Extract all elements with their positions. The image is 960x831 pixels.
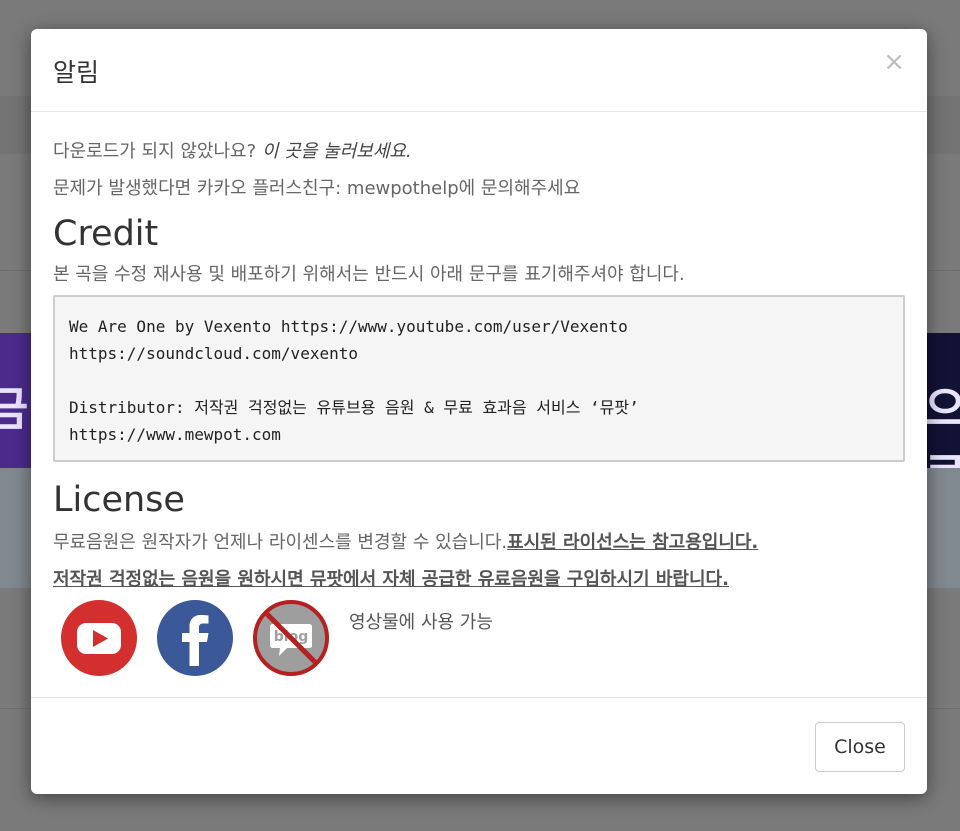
credit-text-box[interactable]: We Are One by Vexento https://www.youtub… [53, 295, 905, 462]
download-prompt: 다운로드가 되지 않았나요? [53, 141, 257, 162]
blog-prohibited-icon: blog [253, 600, 329, 676]
kakao-help-text: 문제가 발생했다면 카카오 플러스친구: mewpothelp에 문의해주세요 [53, 178, 581, 199]
close-icon[interactable]: × [883, 49, 905, 75]
credit-heading: Credit [53, 214, 159, 254]
download-help-line: 다운로드가 되지 않았나요? 이 곳을 눌러보세요. [53, 139, 412, 165]
download-link[interactable]: 이 곳을 눌러보세요. [262, 141, 412, 162]
license-reference-note: 표시된 라이선스는 참고용입니다. [507, 532, 759, 553]
credit-instruction: 본 곡을 수정 재사용 및 배포하기 위해서는 반드시 아래 문구를 표기해주셔… [53, 264, 685, 285]
modal-footer: Close [31, 697, 927, 794]
credit-line: https://www.mewpot.com [69, 425, 281, 444]
close-button[interactable]: Close [815, 722, 905, 772]
credit-line: We Are One by Vexento https://www.youtub… [69, 317, 628, 336]
facebook-icon [157, 600, 233, 676]
license-text: 무료음원은 원작자가 언제나 라이센스를 변경할 수 있습니다.표시된 라이선스… [53, 530, 758, 556]
modal-title: 알림 [53, 58, 100, 87]
youtube-icon [61, 600, 137, 676]
license-notice: 무료음원은 원작자가 언제나 라이센스를 변경할 수 있습니다. [53, 532, 508, 553]
notice-modal: 알림 × 다운로드가 되지 않았나요? 이 곳을 눌러보세요. 문제가 발생했다… [31, 29, 927, 794]
modal-header: 알림 × [31, 29, 927, 112]
credit-line: https://soundcloud.com/vexento [69, 344, 358, 363]
credit-line: Distributor: 저작권 걱정없는 유튜브용 음원 & 무료 효과음 서… [69, 398, 639, 417]
credit-spacer [69, 367, 889, 394]
license-heading: License [53, 480, 185, 520]
usage-text: 영상물에 사용 가능 [349, 612, 493, 633]
license-recommendation[interactable]: 저작권 걱정없는 음원을 원하시면 뮤팟에서 자체 공급한 유료음원을 구입하시… [53, 567, 729, 593]
